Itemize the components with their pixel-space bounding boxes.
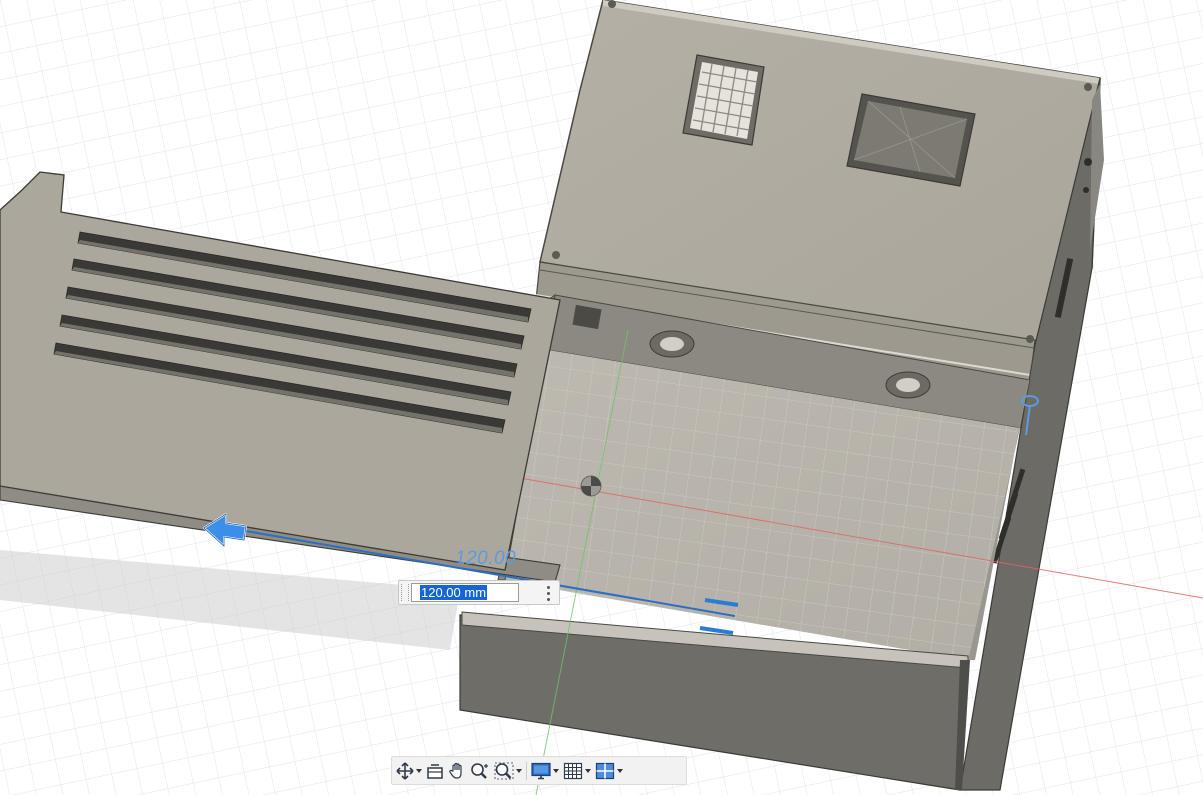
zoom-window-button[interactable] — [494, 759, 522, 783]
more-options-icon[interactable] — [544, 584, 552, 602]
viewports-icon — [595, 762, 615, 779]
chevron-down-icon — [553, 768, 559, 773]
look-at-icon — [427, 763, 443, 779]
chevron-down-icon — [516, 768, 522, 773]
dimension-value-label: 120.00 — [455, 548, 517, 569]
dimension-input-box: 120.00 mm — [398, 580, 560, 605]
viewports-button[interactable] — [595, 759, 623, 783]
dimension-input[interactable]: 120.00 mm — [411, 583, 519, 602]
drag-grip-handle[interactable] — [401, 584, 409, 601]
toolbar-divider — [526, 761, 527, 780]
zoom-icon — [471, 762, 488, 779]
pan-button[interactable] — [448, 759, 466, 783]
orbit-icon — [396, 761, 414, 780]
chevron-down-icon — [617, 768, 623, 773]
zoom-window-icon — [494, 762, 514, 779]
origin-marker — [580, 475, 602, 497]
display-settings-button[interactable] — [531, 759, 559, 783]
chevron-down-icon — [416, 768, 422, 773]
zoom-button[interactable] — [470, 759, 490, 783]
grid-snaps-icon — [563, 762, 583, 779]
3d-viewport[interactable]: 120.00 120.00 mm — [0, 0, 1203, 795]
display-settings-icon — [531, 762, 551, 779]
pan-icon — [449, 762, 462, 779]
navigation-bar — [391, 756, 687, 785]
chevron-down-icon — [585, 768, 591, 773]
model-canvas — [0, 0, 1203, 795]
look-at-button[interactable] — [426, 759, 444, 783]
grid-snaps-button[interactable] — [563, 759, 591, 783]
orbit-button[interactable] — [396, 759, 422, 783]
